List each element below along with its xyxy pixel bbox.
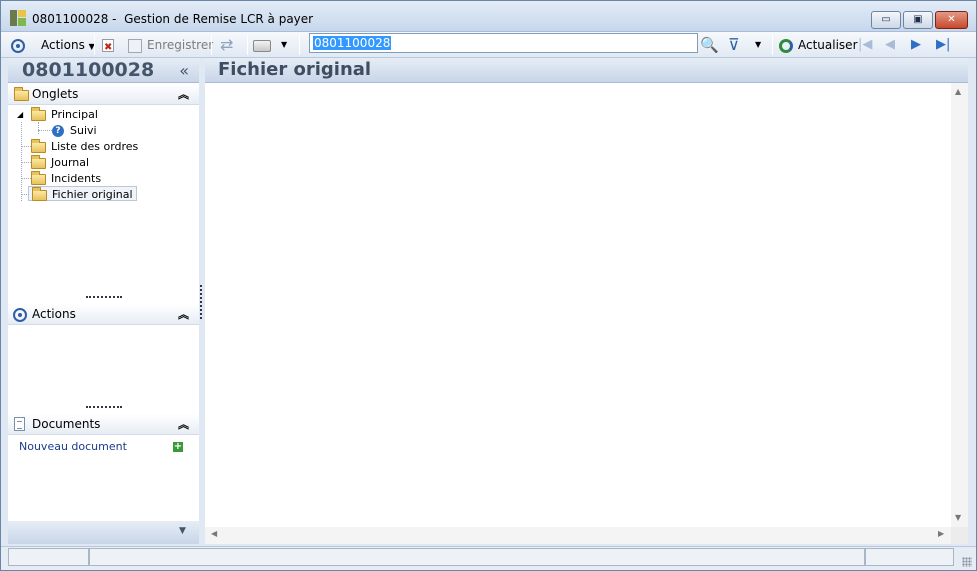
sync-icon[interactable]: ⇄ — [220, 35, 233, 55]
status-cell — [865, 548, 954, 566]
resize-grip-icon[interactable] — [962, 557, 972, 567]
folder-icon — [31, 138, 46, 153]
add-document-icon[interactable]: + — [173, 442, 183, 452]
toolbar-separator — [299, 35, 300, 55]
main-panel: Fichier original ▲ ▼ ◀ ▶ — [205, 58, 968, 544]
page-title: Fichier original — [218, 59, 372, 80]
app-icon — [10, 10, 26, 26]
tree-item-label: Fichier original — [52, 188, 133, 201]
scroll-down-icon[interactable]: ▼ — [955, 513, 961, 522]
horizontal-scrollbar[interactable]: ◀ ▶ — [205, 527, 951, 544]
folder-icon — [31, 170, 46, 185]
tabs-section-header[interactable]: Onglets ︽ — [8, 84, 199, 105]
folder-open-icon — [32, 186, 47, 201]
target-icon — [13, 307, 27, 322]
search-icon[interactable]: 🔍 — [700, 35, 719, 55]
panel-splitter[interactable] — [200, 285, 202, 319]
print-icon[interactable] — [253, 35, 271, 55]
tree-item-label: Suivi — [70, 124, 97, 137]
previous-record-icon[interactable]: ◀ — [885, 35, 895, 55]
tree-connector — [21, 162, 31, 163]
actions-section-label: Actions — [32, 307, 76, 321]
tree-item-liste-des-ordres[interactable]: Liste des ordres — [31, 138, 139, 154]
close-icon: ✕ — [947, 14, 956, 25]
tree-item-label: Principal — [51, 108, 98, 121]
status-bar — [1, 546, 976, 570]
minimize-button[interactable]: ▭ — [871, 11, 901, 29]
vertical-scrollbar[interactable]: ▲ ▼ — [951, 83, 968, 527]
filter-icon[interactable]: ⊽ — [728, 35, 740, 55]
left-panel: 0801100028 « Onglets ︽ ◢ Principal ? Suiv… — [8, 58, 199, 544]
chevron-up-icon[interactable]: ︽ — [178, 86, 189, 102]
scroll-left-icon[interactable]: ◀ — [211, 529, 217, 538]
tree-connector — [38, 122, 39, 134]
refresh-button[interactable]: Actualiser — [779, 35, 858, 55]
chevron-up-icon[interactable]: ︽ — [178, 416, 189, 432]
scrollbar-corner — [951, 527, 968, 544]
target-icon[interactable] — [11, 35, 25, 55]
document-icon — [14, 417, 25, 431]
toolbar-separator — [247, 35, 248, 55]
info-icon: ? — [52, 125, 64, 137]
folder-icon — [14, 87, 29, 101]
tree-item-incidents[interactable]: Incidents — [31, 170, 102, 186]
close-button[interactable]: ✕ — [935, 11, 968, 29]
toolbar-separator — [772, 35, 773, 55]
window-title: 0801100028 - Gestion de Remise LCR à pay… — [32, 12, 314, 26]
left-panel-footer: ▼ — [8, 521, 199, 544]
tree-item-label: Liste des ordres — [51, 140, 139, 153]
chevron-up-icon[interactable]: ︽ — [178, 306, 189, 322]
page-header: Fichier original — [205, 58, 968, 83]
scroll-right-icon[interactable]: ▶ — [938, 529, 944, 538]
status-cell — [8, 548, 89, 566]
folder-icon — [31, 106, 46, 121]
tree-item-principal[interactable]: Principal — [31, 106, 98, 122]
actions-menu-label: Actions — [41, 38, 85, 52]
actions-menu-button[interactable]: Actions ▼ — [41, 35, 95, 55]
tabs-section-label: Onglets — [32, 87, 79, 101]
search-input[interactable]: 0801100028 — [309, 33, 698, 53]
maximize-icon: ▣ — [913, 14, 923, 25]
save-icon — [128, 38, 142, 53]
application-window: 0801100028 - Gestion de Remise LCR à pay… — [0, 0, 977, 571]
chevron-down-icon[interactable]: ▼ — [179, 526, 186, 536]
print-dropdown-icon[interactable]: ▼ — [281, 35, 287, 55]
scroll-up-icon[interactable]: ▲ — [955, 87, 961, 96]
expand-arrow-icon[interactable]: ◢ — [17, 107, 23, 122]
record-header: 0801100028 « — [8, 58, 199, 83]
actions-section-header[interactable]: Actions ︽ — [8, 304, 199, 325]
first-record-icon[interactable]: |◀ — [858, 35, 872, 55]
delete-icon[interactable]: ✖ — [102, 35, 114, 55]
toolbar-separator — [94, 35, 95, 55]
record-title: 0801100028 — [22, 59, 155, 81]
filter-dropdown-icon[interactable]: ▼ — [755, 35, 761, 55]
search-input-value: 0801100028 — [313, 36, 392, 50]
tree-item-label: Journal — [51, 156, 90, 169]
tree-connector — [38, 130, 52, 131]
tree-item-fichier-original[interactable]: Fichier original — [28, 186, 137, 201]
section-resize-grip[interactable] — [86, 406, 122, 408]
refresh-label: Actualiser — [798, 38, 858, 52]
save-label: Enregistrer — [147, 38, 214, 52]
collapse-panel-icon[interactable]: « — [179, 61, 189, 80]
last-record-icon[interactable]: ▶| — [936, 35, 950, 55]
minimize-icon: ▭ — [881, 14, 891, 25]
tree-item-journal[interactable]: Journal — [31, 154, 90, 170]
documents-section-header[interactable]: Documents ︽ — [8, 414, 199, 435]
tree-item-label: Incidents — [51, 172, 102, 185]
refresh-icon — [779, 38, 793, 53]
documents-section-label: Documents — [32, 417, 101, 431]
status-cell — [89, 548, 865, 566]
tree-connector — [21, 146, 31, 147]
maximize-button[interactable]: ▣ — [903, 11, 933, 29]
tree-connector — [21, 178, 31, 179]
section-resize-grip[interactable] — [86, 296, 122, 298]
save-button[interactable]: Enregistrer — [128, 35, 213, 55]
title-bar[interactable]: 0801100028 - Gestion de Remise LCR à pay… — [1, 1, 976, 32]
new-document-link[interactable]: Nouveau document — [19, 440, 127, 453]
next-record-icon[interactable]: ▶ — [911, 35, 921, 55]
tree-item-suivi[interactable]: ? Suivi — [52, 123, 97, 138]
toolbar-separator — [211, 35, 212, 55]
folder-icon — [31, 154, 46, 169]
